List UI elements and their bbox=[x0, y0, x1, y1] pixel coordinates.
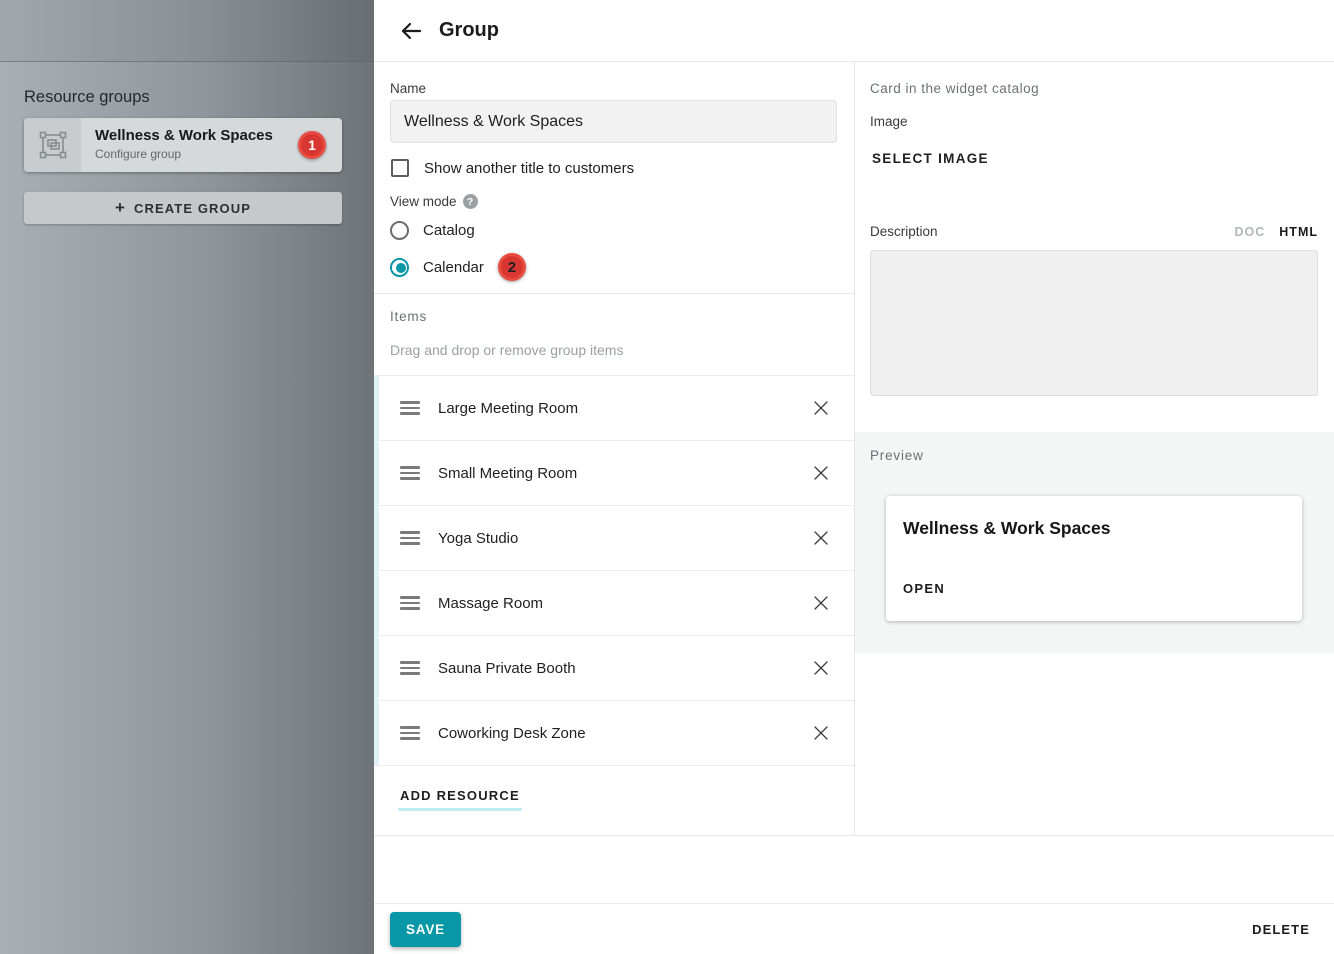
resource-groups-title: Resource groups bbox=[24, 88, 150, 107]
list-item: Large Meeting Room bbox=[374, 376, 854, 441]
checkbox-label: Show another title to customers bbox=[424, 160, 634, 177]
radio-catalog[interactable]: Catalog bbox=[390, 221, 475, 240]
create-group-label: CREATE GROUP bbox=[134, 201, 251, 216]
items-section-divider bbox=[374, 293, 854, 294]
name-input[interactable] bbox=[390, 100, 837, 143]
checkbox-icon bbox=[391, 159, 409, 177]
background-topbar bbox=[0, 0, 374, 62]
items-accent-stripe bbox=[374, 375, 379, 765]
group-card[interactable]: Wellness & Work Spaces Configure group 1 bbox=[24, 118, 342, 172]
radio-icon-selected bbox=[390, 258, 409, 277]
close-icon[interactable] bbox=[812, 399, 830, 417]
page-title: Group bbox=[439, 19, 499, 42]
add-resource-button[interactable]: ADD RESOURCE bbox=[398, 788, 522, 811]
item-label: Small Meeting Room bbox=[438, 465, 577, 482]
preview-label: Preview bbox=[870, 448, 924, 463]
list-item: Small Meeting Room bbox=[374, 441, 854, 506]
description-header: Description DOC HTML bbox=[870, 224, 1318, 239]
list-item: Yoga Studio bbox=[374, 506, 854, 571]
view-mode-label: View mode bbox=[390, 194, 457, 209]
drag-handle-icon[interactable] bbox=[400, 531, 420, 545]
create-group-button[interactable]: + CREATE GROUP bbox=[24, 192, 342, 224]
help-icon[interactable]: ? bbox=[463, 194, 478, 209]
radio-icon-unselected bbox=[390, 221, 409, 240]
dimmed-background: Resource groups Wellness & Work Spaces C… bbox=[0, 0, 374, 954]
select-image-button[interactable]: SELECT IMAGE bbox=[868, 147, 993, 170]
plus-icon: + bbox=[115, 199, 126, 216]
tab-doc[interactable]: DOC bbox=[1235, 225, 1266, 239]
item-label: Coworking Desk Zone bbox=[438, 725, 586, 742]
drag-handle-icon[interactable] bbox=[400, 661, 420, 675]
close-icon[interactable] bbox=[812, 529, 830, 547]
preview-card: Wellness & Work Spaces OPEN bbox=[886, 496, 1302, 621]
radio-catalog-label: Catalog bbox=[423, 222, 475, 239]
drag-handle-icon[interactable] bbox=[400, 726, 420, 740]
drag-handle-icon[interactable] bbox=[400, 466, 420, 480]
widget-catalog-label: Card in the widget catalog bbox=[870, 81, 1039, 96]
close-icon[interactable] bbox=[812, 464, 830, 482]
description-label: Description bbox=[870, 224, 938, 239]
drawer-header: Group bbox=[374, 0, 1334, 62]
content-bottom-divider bbox=[374, 835, 1334, 836]
group-objects-icon bbox=[24, 118, 81, 172]
item-label: Yoga Studio bbox=[438, 530, 518, 547]
save-button[interactable]: SAVE bbox=[390, 912, 461, 947]
list-item: Massage Room bbox=[374, 571, 854, 636]
drag-handle-icon[interactable] bbox=[400, 596, 420, 610]
image-label: Image bbox=[870, 114, 908, 129]
step-badge-2: 2 bbox=[498, 253, 526, 281]
drawer-footer: SAVE DELETE bbox=[374, 903, 1334, 954]
item-label: Large Meeting Room bbox=[438, 400, 578, 417]
tab-html[interactable]: HTML bbox=[1279, 225, 1318, 239]
description-textarea[interactable] bbox=[870, 250, 1318, 396]
items-hint: Drag and drop or remove group items bbox=[390, 342, 623, 358]
preview-section: Preview Wellness & Work Spaces OPEN bbox=[855, 432, 1334, 653]
radio-calendar[interactable]: Calendar 2 bbox=[390, 253, 526, 281]
name-label: Name bbox=[390, 81, 426, 96]
group-editor-drawer: Group Name Show another title to custome… bbox=[374, 0, 1334, 954]
radio-calendar-label: Calendar bbox=[423, 259, 484, 276]
drag-handle-icon[interactable] bbox=[400, 401, 420, 415]
view-mode-row: View mode ? bbox=[390, 194, 478, 209]
show-another-title-checkbox[interactable]: Show another title to customers bbox=[391, 159, 634, 177]
delete-button[interactable]: DELETE bbox=[1252, 922, 1310, 937]
item-label: Massage Room bbox=[438, 595, 543, 612]
step-badge-1: 1 bbox=[298, 131, 326, 159]
close-icon[interactable] bbox=[812, 724, 830, 742]
items-list: Large Meeting Room Small Meeting Room Yo… bbox=[374, 375, 854, 766]
preview-card-title: Wellness & Work Spaces bbox=[903, 518, 1111, 539]
back-arrow-icon[interactable] bbox=[399, 19, 423, 43]
item-label: Sauna Private Booth bbox=[438, 660, 576, 677]
list-item: Sauna Private Booth bbox=[374, 636, 854, 701]
list-item: Coworking Desk Zone bbox=[374, 701, 854, 766]
close-icon[interactable] bbox=[812, 659, 830, 677]
close-icon[interactable] bbox=[812, 594, 830, 612]
items-label: Items bbox=[390, 309, 427, 324]
preview-open-button[interactable]: OPEN bbox=[901, 579, 947, 598]
